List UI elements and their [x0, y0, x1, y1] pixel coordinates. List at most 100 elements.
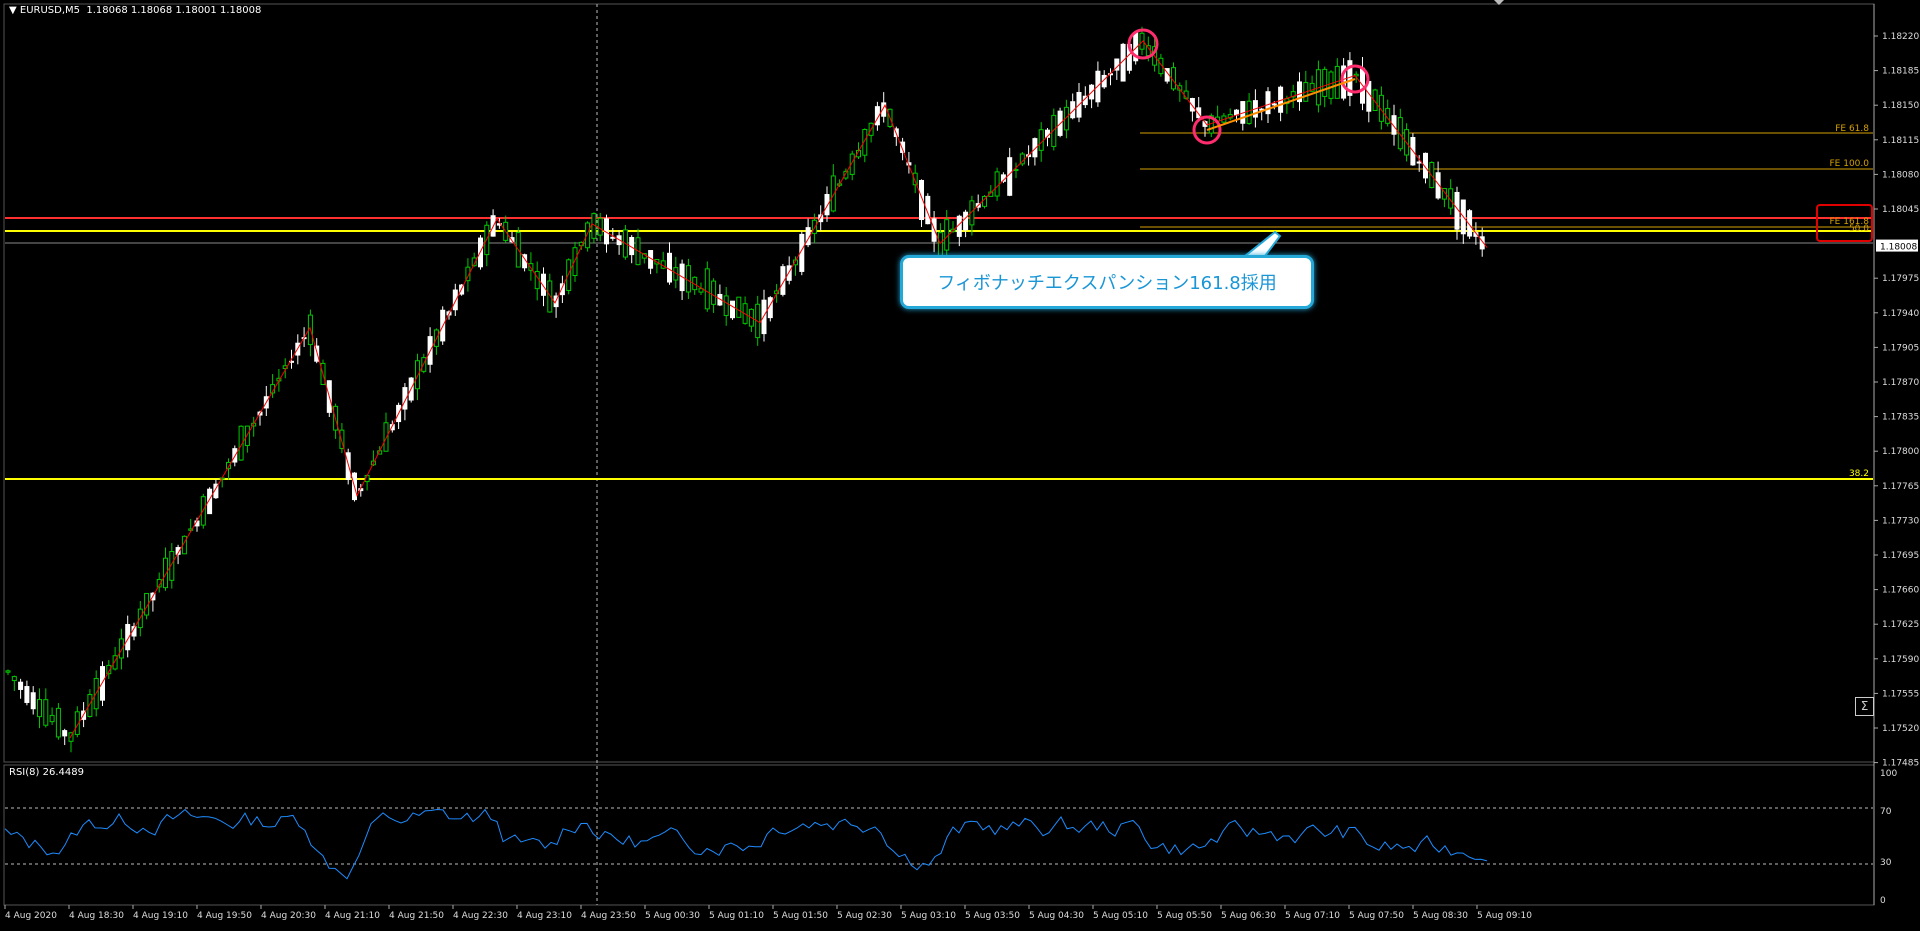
rsi-tick-label: 70 — [1880, 807, 1892, 817]
time-tick-label: 5 Aug 09:10 — [1477, 911, 1532, 921]
bull-candle — [1171, 67, 1176, 90]
bull-candle — [566, 259, 572, 291]
bear-candle — [730, 300, 735, 319]
symbol-label: EURUSD,M5 — [19, 5, 80, 16]
bull-candle — [244, 425, 250, 446]
ohlc-values: 1.18068 1.18068 1.18001 1.18008 — [86, 5, 262, 16]
candles-layer — [5, 26, 1485, 753]
bull-candle — [597, 217, 603, 236]
time-tick-label: 4 Aug 21:50 — [389, 911, 444, 921]
bull-candle — [534, 271, 540, 290]
price-tick-label: 1.17975 — [1882, 274, 1919, 284]
bear-candle — [100, 666, 105, 701]
bull-candle — [415, 360, 420, 390]
bull-candle — [49, 714, 55, 723]
rsi-tick-label: 100 — [1880, 769, 1897, 779]
bull-candle — [736, 296, 742, 318]
price-tick-label: 1.17940 — [1882, 309, 1919, 319]
bear-candle — [818, 214, 824, 223]
price-tick-label: 1.18008 — [1880, 243, 1917, 253]
time-tick-label: 5 Aug 05:10 — [1093, 911, 1148, 921]
bear-candle — [1007, 157, 1013, 196]
callout-text: フィボナッチエクスパンション161.8採用 — [937, 273, 1277, 294]
bull-candle — [711, 280, 717, 305]
price-tick-label: 1.17555 — [1882, 689, 1919, 699]
price-tick-label: 1.18185 — [1882, 67, 1919, 77]
time-tick-label: 4 Aug 2020 — [5, 911, 57, 921]
bear-candle — [786, 265, 792, 281]
bear-candle — [667, 252, 672, 283]
time-tick-label: 4 Aug 22:30 — [453, 911, 508, 921]
swing-circles — [1127, 28, 1370, 145]
bull-candle — [5, 670, 11, 673]
bull-candle — [572, 247, 578, 277]
rsi-axis: 100 70 30 0 — [1880, 769, 1897, 906]
time-tick-label: 5 Aug 04:30 — [1029, 911, 1084, 921]
bull-candle — [685, 265, 691, 293]
price-tick-label: 1.17520 — [1882, 724, 1919, 734]
time-tick-label: 4 Aug 18:30 — [69, 911, 124, 921]
time-tick-label: 5 Aug 00:30 — [645, 911, 700, 921]
bull-candle — [704, 268, 710, 310]
rsi-line-layer — [4, 808, 1488, 880]
bear-candle — [345, 452, 351, 480]
bear-candle — [62, 730, 68, 737]
time-tick-label: 5 Aug 01:50 — [773, 911, 828, 921]
bear-candle — [963, 211, 969, 231]
time-tick-label: 4 Aug 19:10 — [133, 911, 188, 921]
price-tick-label: 1.18115 — [1882, 136, 1919, 146]
price-tick-label: 1.17625 — [1882, 620, 1919, 630]
price-tick-label: 1.18150 — [1882, 101, 1919, 111]
price-tick-label: 1.18220 — [1882, 32, 1919, 42]
price-tick-label: 1.17800 — [1882, 447, 1919, 457]
time-tick-label: 5 Aug 05:50 — [1157, 911, 1212, 921]
shift-marker-icon[interactable] — [1494, 0, 1504, 5]
time-tick-label: 5 Aug 01:10 — [709, 911, 764, 921]
time-tick-label: 5 Aug 08:30 — [1413, 911, 1468, 921]
zigzag-line — [69, 40, 1488, 739]
price-tick-label: 1.17695 — [1882, 551, 1919, 561]
price-tick-label: 1.17870 — [1882, 378, 1919, 388]
bull-candle — [994, 171, 1000, 197]
price-axis: 1.18220 1.18185 1.18150 1.18115 1.18080 1.180… — [1874, 32, 1919, 769]
symbol-header: ▼ EURUSD,M5 1.18068 1.18068 1.18001 1.18… — [9, 5, 261, 16]
rsi-tick-label: 30 — [1880, 858, 1892, 868]
bear-candle — [761, 299, 767, 335]
sigma-icon[interactable]: Σ — [1855, 697, 1874, 716]
panel-borders — [3, 3, 1875, 906]
time-axis: 4 Aug 2020 4 Aug 18:30 4 Aug 19:10 4 Aug 19… — [4, 905, 1532, 921]
time-tick-label: 5 Aug 06:30 — [1221, 911, 1276, 921]
bull-candle — [937, 232, 943, 258]
price-tick-label: 1.17660 — [1882, 586, 1919, 596]
fib-38-2-label: 38.2 — [1849, 469, 1869, 479]
time-tick-label: 4 Aug 21:10 — [325, 911, 380, 921]
bull-candle — [55, 707, 61, 738]
bull-candle — [1328, 71, 1334, 99]
bear-candle — [1416, 161, 1422, 164]
bear-candle — [1271, 103, 1277, 106]
bull-candle — [1038, 129, 1044, 151]
price-tick-label: 1.17730 — [1882, 516, 1919, 526]
bull-candle — [383, 422, 389, 452]
price-tick-label: 1.17765 — [1882, 482, 1919, 492]
annotation-callout: フィボナッチエクスパンション161.8採用 — [900, 255, 1314, 309]
bull-candle — [43, 699, 49, 726]
bear-candle — [452, 289, 458, 311]
bull-candle — [37, 699, 42, 718]
time-tick-label: 5 Aug 02:30 — [837, 911, 892, 921]
time-tick-label: 4 Aug 20:30 — [261, 911, 316, 921]
fib-50-label: 50.0 — [1849, 224, 1869, 234]
fe-61-8-label: FE 61.8 — [1835, 124, 1869, 134]
chart-canvas[interactable]: FE 61.8 FE 100.0 FE 161.8 50.0 38.2 1.18… — [0, 0, 1920, 927]
zigzag-layer — [69, 40, 1488, 739]
header-dropdown-icon[interactable]: ▼ — [9, 5, 20, 16]
trading-chart[interactable]: FE 61.8 FE 100.0 FE 161.8 50.0 38.2 1.18… — [0, 0, 1920, 927]
bull-candle — [11, 676, 17, 682]
rsi-line — [4, 808, 1488, 880]
price-tick-label: 1.17485 — [1882, 759, 1919, 769]
fe-100-label: FE 100.0 — [1830, 159, 1870, 169]
bear-candle — [30, 692, 36, 710]
time-tick-label: 5 Aug 07:50 — [1349, 911, 1404, 921]
time-tick-label: 5 Aug 03:50 — [965, 911, 1020, 921]
price-tick-label: 1.17905 — [1882, 343, 1919, 353]
